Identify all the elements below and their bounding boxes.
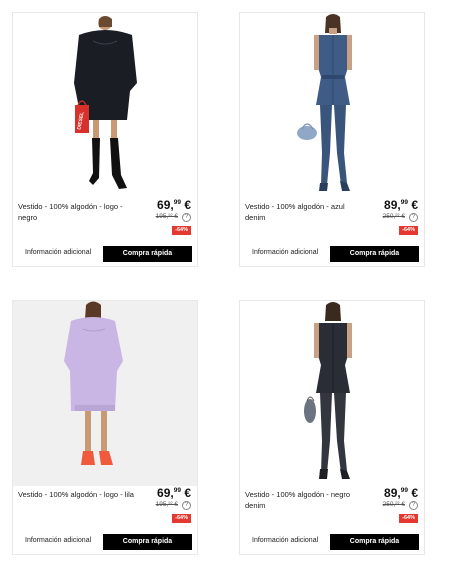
quick-buy-button[interactable]: Compra rápida [103,246,192,262]
price-info-icon[interactable]: ? [409,213,418,222]
product-title[interactable]: Vestido - 100% algodón - logo - lila [18,489,140,500]
product-title[interactable]: Vestido - 100% algodón - negro denim [245,489,367,511]
product-title[interactable]: Vestido - 100% algodón - logo - negro [18,201,140,223]
product-price: 69,99 € [157,198,191,212]
product-card[interactable]: Vestido - 100% algodón - logo - lila 69,… [12,300,198,555]
product-image[interactable]: DIESEL [13,13,197,198]
quick-buy-button[interactable]: Compra rápida [103,534,192,550]
more-info-link[interactable]: Información adicional [25,537,91,544]
product-card[interactable]: DIESEL Vestido - 100% algodón - logo - n… [12,12,198,267]
product-title[interactable]: Vestido - 100% algodón - azul denim [245,201,367,223]
product-price: 69,99 € [157,486,191,500]
original-price: 195,²² € [155,501,178,508]
discount-badge: -64% [172,514,191,523]
product-image[interactable] [240,13,424,198]
product-card[interactable]: Vestido - 100% algodón - azul denim 89,9… [239,12,425,267]
price-info-icon[interactable]: ? [182,213,191,222]
product-price: 89,99 € [384,486,418,500]
product-image[interactable] [240,301,424,486]
more-info-link[interactable]: Información adicional [252,537,318,544]
original-price: 250,²² € [382,213,405,220]
product-image[interactable] [13,301,197,486]
quick-buy-button[interactable]: Compra rápida [330,534,419,550]
discount-badge: -64% [399,226,418,235]
original-price: 250,²² € [382,501,405,508]
price-info-icon[interactable]: ? [409,501,418,510]
more-info-link[interactable]: Información adicional [252,249,318,256]
quick-buy-button[interactable]: Compra rápida [330,246,419,262]
original-price: 195,²² € [155,213,178,220]
more-info-link[interactable]: Información adicional [25,249,91,256]
discount-badge: -64% [399,514,418,523]
product-card[interactable]: Vestido - 100% algodón - negro denim 89,… [239,300,425,555]
discount-badge: -64% [172,226,191,235]
price-info-icon[interactable]: ? [182,501,191,510]
product-price: 89,99 € [384,198,418,212]
